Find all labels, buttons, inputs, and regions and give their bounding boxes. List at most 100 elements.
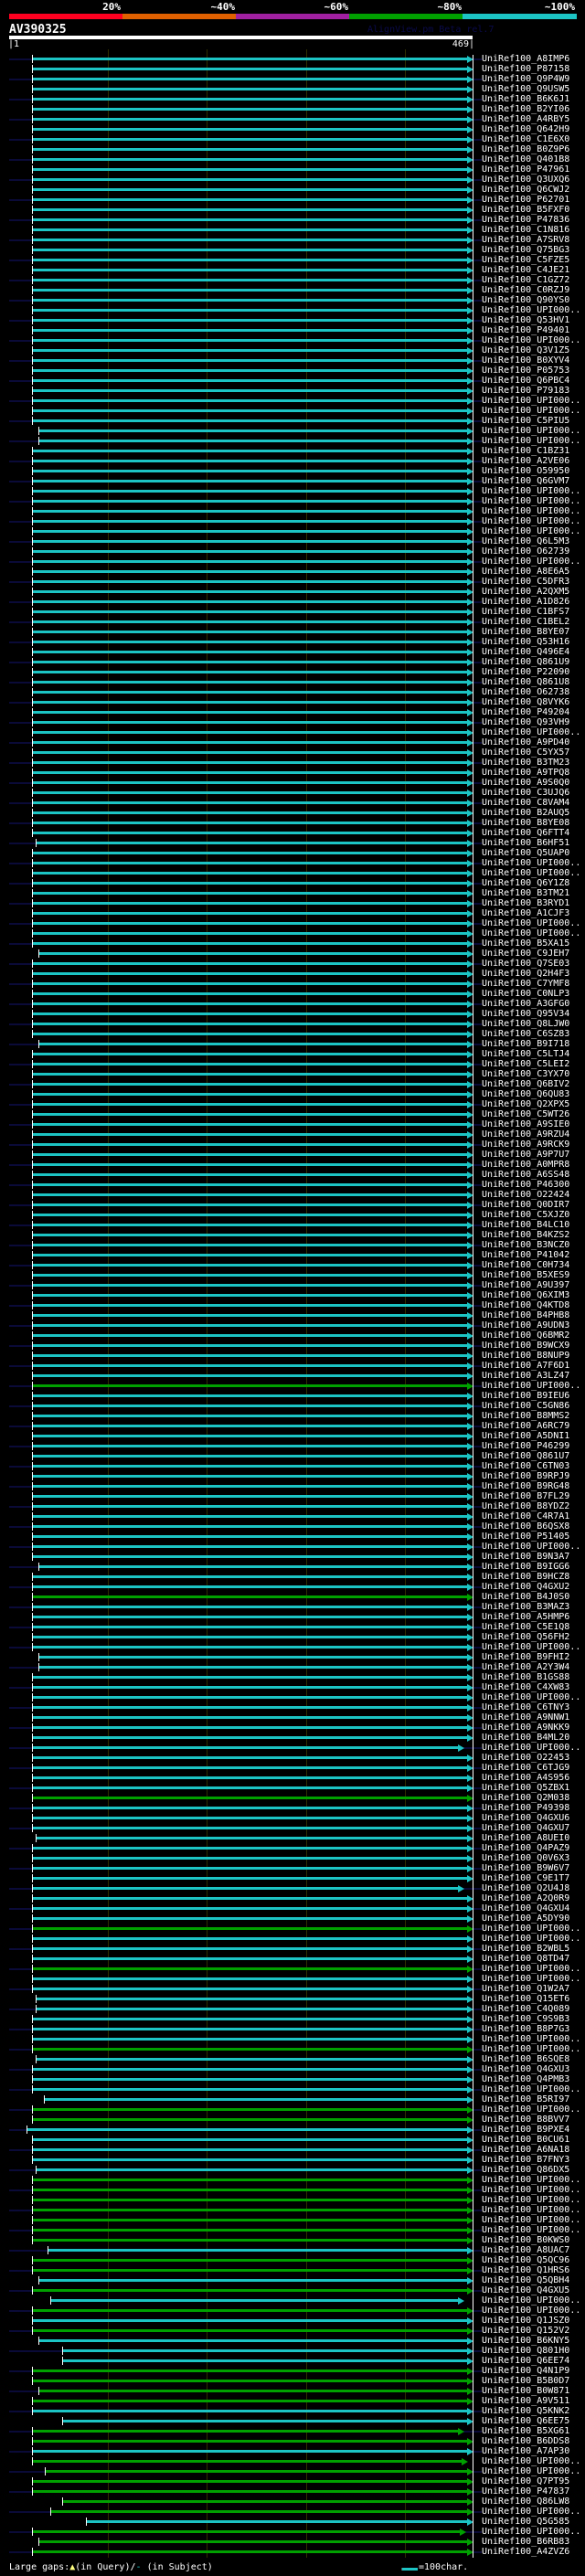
hit-bar[interactable] <box>31 279 467 281</box>
hit-bar[interactable] <box>31 1103 467 1106</box>
hit-label[interactable]: UniRef100_UPI000.. <box>482 868 580 878</box>
hit-label[interactable]: UniRef100_B4PHB8 <box>482 1310 569 1320</box>
hit-label[interactable]: UniRef100_P47961 <box>482 164 569 175</box>
hit-bar[interactable] <box>31 1827 467 1829</box>
hit-bar[interactable] <box>31 399 467 402</box>
hit-bar[interactable] <box>31 2189 467 2191</box>
hit-bar[interactable] <box>31 922 467 925</box>
hit-label[interactable]: UniRef100_A7SRV8 <box>482 235 569 245</box>
hit-bar[interactable] <box>31 1766 467 1769</box>
hit-bar[interactable] <box>31 118 467 121</box>
hit-label[interactable]: UniRef100_A3GFG0 <box>482 999 569 1009</box>
hit-bar[interactable] <box>31 2209 467 2211</box>
hit-label[interactable]: UniRef100_A5DY90 <box>482 1913 569 1924</box>
hit-label[interactable]: UniRef100_P51405 <box>482 1532 569 1542</box>
hit-bar[interactable] <box>31 480 467 482</box>
hit-bar[interactable] <box>31 2108 467 2111</box>
hit-bar[interactable] <box>31 1374 467 1377</box>
hit-bar[interactable] <box>31 208 467 211</box>
hit-label[interactable]: UniRef100_A1CJF3 <box>482 908 569 918</box>
hit-label[interactable]: UniRef100_Q6QU83 <box>482 1089 569 1099</box>
hit-label[interactable]: UniRef100_C5XJZ0 <box>482 1210 569 1220</box>
hit-label[interactable]: UniRef100_C5YX57 <box>482 747 569 758</box>
hit-label[interactable]: UniRef100_UPI000.. <box>482 1743 580 1753</box>
hit-label[interactable]: UniRef100_C4Q089 <box>482 2004 569 2014</box>
hit-bar[interactable] <box>48 2249 467 2252</box>
hit-bar[interactable] <box>31 2460 462 2463</box>
hit-label[interactable]: UniRef100_B8MMS2 <box>482 1411 569 1421</box>
hit-label[interactable]: UniRef100_UPI000.. <box>482 1692 580 1702</box>
hit-bar[interactable] <box>31 992 467 995</box>
hit-bar[interactable] <box>31 681 467 684</box>
hit-bar[interactable] <box>38 2390 467 2392</box>
hit-label[interactable]: UniRef100_B2AUQ5 <box>482 808 569 818</box>
hit-label[interactable]: UniRef100_UPI000.. <box>482 1934 580 1944</box>
hit-label[interactable]: UniRef100_A9S0Q0 <box>482 778 569 788</box>
hit-label[interactable]: UniRef100_A6NA18 <box>482 2145 569 2155</box>
hit-label[interactable]: UniRef100_Q8VYK6 <box>482 697 569 707</box>
hit-label[interactable]: UniRef100_UPI000.. <box>482 2195 580 2205</box>
hit-bar[interactable] <box>31 1344 467 1347</box>
hit-bar[interactable] <box>31 2239 467 2242</box>
hit-bar[interactable] <box>31 1797 467 1799</box>
hit-bar[interactable] <box>31 661 467 663</box>
hit-label[interactable]: UniRef100_O62738 <box>482 687 569 697</box>
hit-bar[interactable] <box>31 2309 467 2312</box>
hit-label[interactable]: UniRef100_Q5ZBX1 <box>482 1783 569 1793</box>
hit-label[interactable]: UniRef100_B4J0S0 <box>482 1592 569 1602</box>
hit-bar[interactable] <box>31 78 467 80</box>
hit-label[interactable]: UniRef100_Q401B8 <box>482 154 569 164</box>
hit-bar[interactable] <box>31 1384 467 1387</box>
hit-label[interactable]: UniRef100_A4S956 <box>482 1773 569 1783</box>
hit-bar[interactable] <box>31 98 467 101</box>
hit-label[interactable]: UniRef100_Q7SE03 <box>482 959 569 969</box>
hit-bar[interactable] <box>31 1646 467 1648</box>
hit-bar[interactable] <box>31 1143 467 1146</box>
hit-label[interactable]: UniRef100_B6HF51 <box>482 838 569 848</box>
hit-label[interactable]: UniRef100_Q6Y1Z8 <box>482 878 569 888</box>
hit-bar[interactable] <box>31 761 467 764</box>
hit-bar[interactable] <box>31 359 467 362</box>
hit-label[interactable]: UniRef100_UPI000.. <box>482 1974 580 1984</box>
hit-bar[interactable] <box>31 1274 467 1277</box>
hit-label[interactable]: UniRef100_Q7PT95 <box>482 2476 569 2486</box>
hit-label[interactable]: UniRef100_B9W6V7 <box>482 1863 569 1873</box>
hit-label[interactable]: UniRef100_Q6BMR2 <box>482 1330 569 1341</box>
hit-bar[interactable] <box>31 631 467 633</box>
hit-bar[interactable] <box>31 1173 467 1176</box>
hit-label[interactable]: UniRef100_B4LC10 <box>482 1220 569 1230</box>
hit-label[interactable]: UniRef100_C6TJG9 <box>482 1763 569 1773</box>
hit-label[interactable]: UniRef100_C4JE21 <box>482 265 569 275</box>
hit-bar[interactable] <box>31 1364 467 1367</box>
hit-bar[interactable] <box>31 852 467 854</box>
hit-label[interactable]: UniRef100_Q1HRS6 <box>482 2265 569 2275</box>
hit-label[interactable]: UniRef100_C5E1Q8 <box>482 1622 569 1632</box>
hit-label[interactable]: UniRef100_A0MPR8 <box>482 1160 569 1170</box>
hit-label[interactable]: UniRef100_UPI000.. <box>482 557 580 567</box>
hit-label[interactable]: UniRef100_B3MAZ3 <box>482 1602 569 1612</box>
hit-bar[interactable] <box>38 2279 467 2282</box>
hit-bar[interactable] <box>36 842 467 844</box>
hit-label[interactable]: UniRef100_P62701 <box>482 195 569 205</box>
hit-bar[interactable] <box>31 1264 467 1267</box>
hit-bar[interactable] <box>31 1887 459 1890</box>
hit-bar[interactable] <box>62 2359 467 2362</box>
hit-bar[interactable] <box>31 520 467 523</box>
hit-label[interactable]: UniRef100_Q4GXU7 <box>482 1823 569 1833</box>
hit-bar[interactable] <box>31 158 467 161</box>
hit-label[interactable]: UniRef100_Q93VH9 <box>482 717 569 727</box>
hit-label[interactable]: UniRef100_Q9P4W9 <box>482 74 569 84</box>
hit-row[interactable]: UniRef100_A4ZVZ6 <box>0 2547 585 2558</box>
hit-bar[interactable] <box>36 2008 467 2010</box>
hit-bar[interactable] <box>31 1606 467 1608</box>
hit-label[interactable]: UniRef100_Q9USW5 <box>482 84 569 94</box>
hit-label[interactable]: UniRef100_C7YMF8 <box>482 979 569 989</box>
hit-bar[interactable] <box>31 1455 467 1458</box>
hit-label[interactable]: UniRef100_B6SQE8 <box>482 2054 569 2064</box>
hit-bar[interactable] <box>31 1334 467 1337</box>
hit-bar[interactable] <box>31 1857 467 1860</box>
hit-label[interactable]: UniRef100_C0RZJ9 <box>482 285 569 295</box>
hit-label[interactable]: UniRef100_Q90YS0 <box>482 295 569 305</box>
hit-label[interactable]: UniRef100_B0W871 <box>482 2386 569 2396</box>
hit-label[interactable]: UniRef100_UPI000.. <box>482 2215 580 2225</box>
